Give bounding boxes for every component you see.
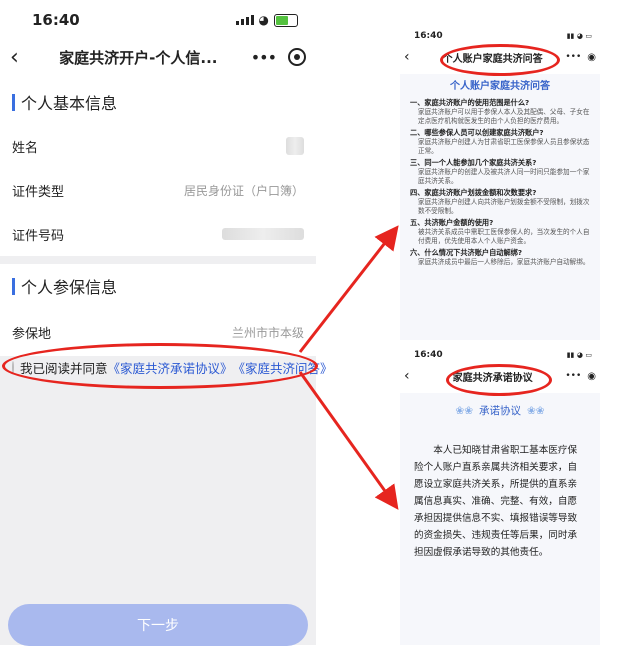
arrow-to-pledge <box>298 371 399 510</box>
arrow-to-faq <box>298 225 399 353</box>
annotation-arrows <box>298 225 399 510</box>
